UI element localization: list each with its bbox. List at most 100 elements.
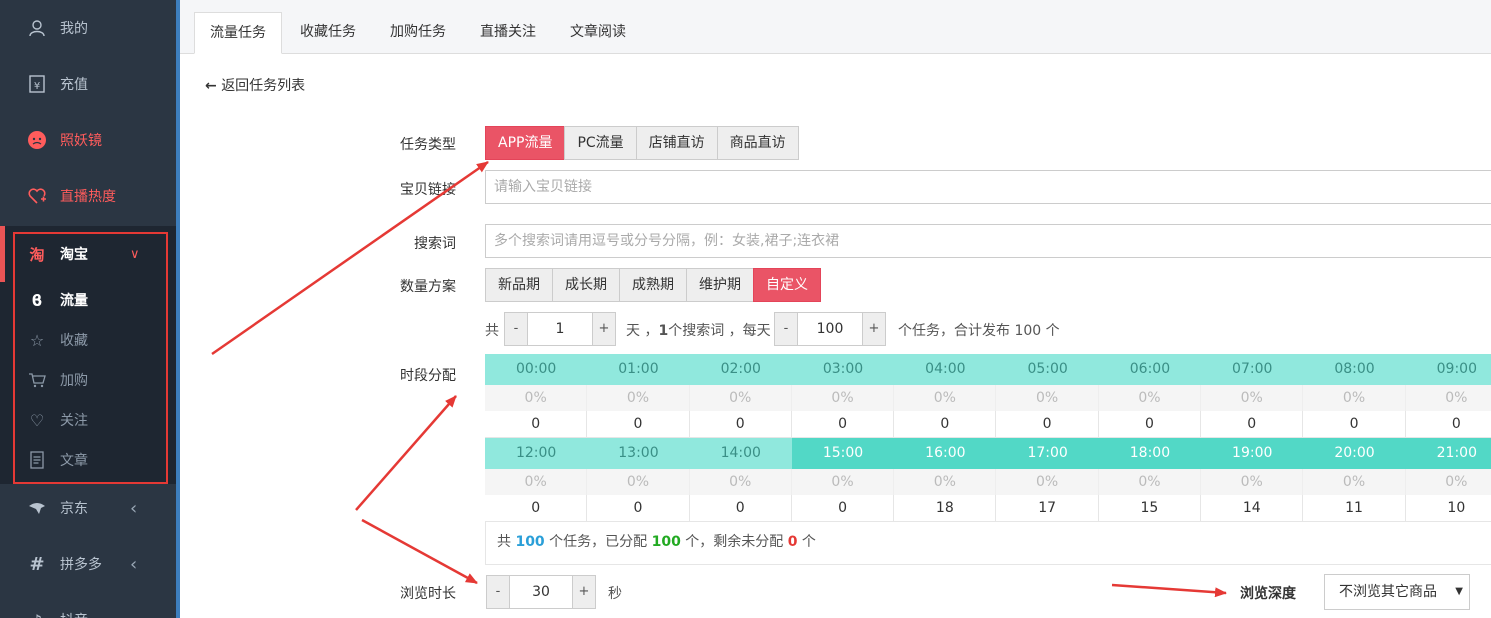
perday-input[interactable]: 100 xyxy=(798,312,862,346)
sidebar-item-douyin[interactable]: ♪ 抖音 xyxy=(0,592,176,618)
sidebar-item-recharge[interactable]: ¥ 充值 xyxy=(0,56,176,112)
browse-time-input[interactable]: 30 xyxy=(510,575,572,609)
tab-article-read[interactable]: 文章阅读 xyxy=(554,12,642,54)
tab-live-follow[interactable]: 直播关注 xyxy=(464,12,552,54)
hour-cell[interactable]: 06:00 xyxy=(1098,354,1202,385)
days-plus-button[interactable]: + xyxy=(592,312,616,346)
annotation-arrow xyxy=(355,395,457,511)
hour-cell-selected[interactable]: 19:00 xyxy=(1201,438,1304,469)
plan-new[interactable]: 新品期 xyxy=(485,268,553,302)
count-cell[interactable]: 0 xyxy=(1201,411,1304,438)
browse-time-minus-button[interactable]: - xyxy=(486,575,510,609)
hour-cell-selected[interactable]: 16:00 xyxy=(894,438,997,469)
sidebar-item-pdd[interactable]: # 拼多多 ‹ xyxy=(0,536,176,592)
perday-minus-button[interactable]: - xyxy=(774,312,798,346)
percent-cell: 0% xyxy=(587,385,690,411)
hour-cell-selected[interactable]: 20:00 xyxy=(1303,438,1406,469)
hour-cell[interactable]: 09:00 xyxy=(1405,354,1491,385)
annotation-arrow xyxy=(361,518,478,585)
back-label: 返回任务列表 xyxy=(221,78,306,94)
count-cell[interactable]: 0 xyxy=(894,411,997,438)
hour-cell[interactable]: 02:00 xyxy=(689,354,792,385)
percent-cell: 0% xyxy=(485,469,588,495)
count-cell[interactable]: 0 xyxy=(689,495,792,522)
browse-depth-select[interactable]: 不浏览其它商品 ▼ xyxy=(1324,574,1470,610)
link-input[interactable] xyxy=(485,170,1491,204)
count-cell[interactable]: 0 xyxy=(791,495,895,522)
task-type-label: 任务类型 xyxy=(400,137,456,153)
count-cell[interactable]: 10 xyxy=(1405,495,1491,522)
hour-cell-selected[interactable]: 17:00 xyxy=(996,438,1099,469)
count-cell[interactable]: 0 xyxy=(587,411,690,438)
sidebar-item-mine[interactable]: 我的 xyxy=(0,0,176,56)
sidebar-item-jd[interactable]: 京东 ‹ xyxy=(0,480,176,536)
tab-cart-task[interactable]: 加购任务 xyxy=(374,12,462,54)
count-cell[interactable]: 0 xyxy=(587,495,690,522)
hour-cell-selected[interactable]: 21:00 xyxy=(1405,438,1491,469)
plan-growth[interactable]: 成长期 xyxy=(552,268,620,302)
count-cell[interactable]: 15 xyxy=(1098,495,1202,522)
percent-cell: 0% xyxy=(1098,469,1202,495)
plan-text-summary: 个任务，合计发布 100 个 xyxy=(898,323,1060,339)
count-cell[interactable]: 0 xyxy=(1405,411,1491,438)
hour-cell[interactable]: 08:00 xyxy=(1303,354,1406,385)
hour-cell[interactable]: 14:00 xyxy=(689,438,792,469)
caret-down-icon: ▼ xyxy=(1455,586,1463,597)
sidebar-item-label: 京东 xyxy=(60,501,88,517)
hour-row: 00:00 01:00 02:00 03:00 04:00 05:00 06:0… xyxy=(485,354,1491,385)
hour-cell[interactable]: 12:00 xyxy=(485,438,588,469)
task-type-pc[interactable]: PC流量 xyxy=(564,126,637,160)
hour-cell[interactable]: 00:00 xyxy=(485,354,588,385)
count-cell[interactable]: 0 xyxy=(791,411,895,438)
hour-cell[interactable]: 01:00 xyxy=(587,354,690,385)
plan-maintain[interactable]: 维护期 xyxy=(686,268,754,302)
percent-row: 0% 0% 0% 0% 0% 0% 0% 0% 0% 0% xyxy=(485,469,1491,495)
plan-mature[interactable]: 成熟期 xyxy=(619,268,687,302)
count-cell[interactable]: 11 xyxy=(1303,495,1406,522)
task-type-app[interactable]: APP流量 xyxy=(485,126,566,160)
svg-text:¥: ¥ xyxy=(34,81,40,92)
plan-custom[interactable]: 自定义 xyxy=(753,268,821,302)
task-type-shop[interactable]: 店铺直访 xyxy=(635,126,718,160)
count-cell[interactable]: 0 xyxy=(1303,411,1406,438)
qty-plan-label: 数量方案 xyxy=(400,279,456,295)
sidebar-item-live-heat[interactable]: 直播热度 xyxy=(0,168,176,224)
count-cell[interactable]: 0 xyxy=(1098,411,1202,438)
browse-time-plus-button[interactable]: + xyxy=(572,575,596,609)
sidebar-item-label: 拼多多 xyxy=(60,557,102,573)
days-input[interactable]: 1 xyxy=(528,312,592,346)
back-link[interactable]: ← 返回任务列表 xyxy=(205,75,305,95)
count-cell[interactable]: 0 xyxy=(689,411,792,438)
task-type-item[interactable]: 商品直访 xyxy=(716,126,799,160)
tab-traffic-task[interactable]: 流量任务 xyxy=(194,12,282,54)
count-cell[interactable]: 0 xyxy=(485,411,588,438)
hour-cell-selected[interactable]: 18:00 xyxy=(1098,438,1202,469)
tab-favorite-task[interactable]: 收藏任务 xyxy=(284,12,372,54)
wallet-icon: ¥ xyxy=(26,73,48,95)
count-cell[interactable]: 0 xyxy=(485,495,588,522)
heart-plus-icon xyxy=(26,185,48,207)
count-cell[interactable]: 14 xyxy=(1201,495,1304,522)
percent-cell: 0% xyxy=(587,469,690,495)
sidebar-item-label: 照妖镜 xyxy=(60,133,102,149)
link-label: 宝贝链接 xyxy=(400,182,456,198)
sidebar-item-mirror[interactable]: 照妖镜 xyxy=(0,112,176,168)
time-allocation-label: 时段分配 xyxy=(400,368,456,384)
percent-cell: 0% xyxy=(689,385,792,411)
plan-text-perday: 个搜索词 ，每天 xyxy=(668,323,771,339)
count-cell[interactable]: 17 xyxy=(996,495,1099,522)
summary-text: 个 xyxy=(797,534,816,550)
keyword-input[interactable] xyxy=(485,224,1491,258)
percent-row: 0% 0% 0% 0% 0% 0% 0% 0% 0% 0% xyxy=(485,385,1491,411)
hour-cell[interactable]: 05:00 xyxy=(996,354,1099,385)
count-cell[interactable]: 18 xyxy=(894,495,997,522)
hour-cell[interactable]: 03:00 xyxy=(791,354,895,385)
days-minus-button[interactable]: - xyxy=(504,312,528,346)
browse-depth-label: 浏览深度 xyxy=(1240,586,1296,602)
hour-cell[interactable]: 07:00 xyxy=(1201,354,1304,385)
hour-cell[interactable]: 04:00 xyxy=(894,354,997,385)
hour-cell[interactable]: 13:00 xyxy=(587,438,690,469)
count-cell[interactable]: 0 xyxy=(996,411,1099,438)
perday-plus-button[interactable]: + xyxy=(862,312,886,346)
hour-cell-selected[interactable]: 15:00 xyxy=(791,438,895,469)
